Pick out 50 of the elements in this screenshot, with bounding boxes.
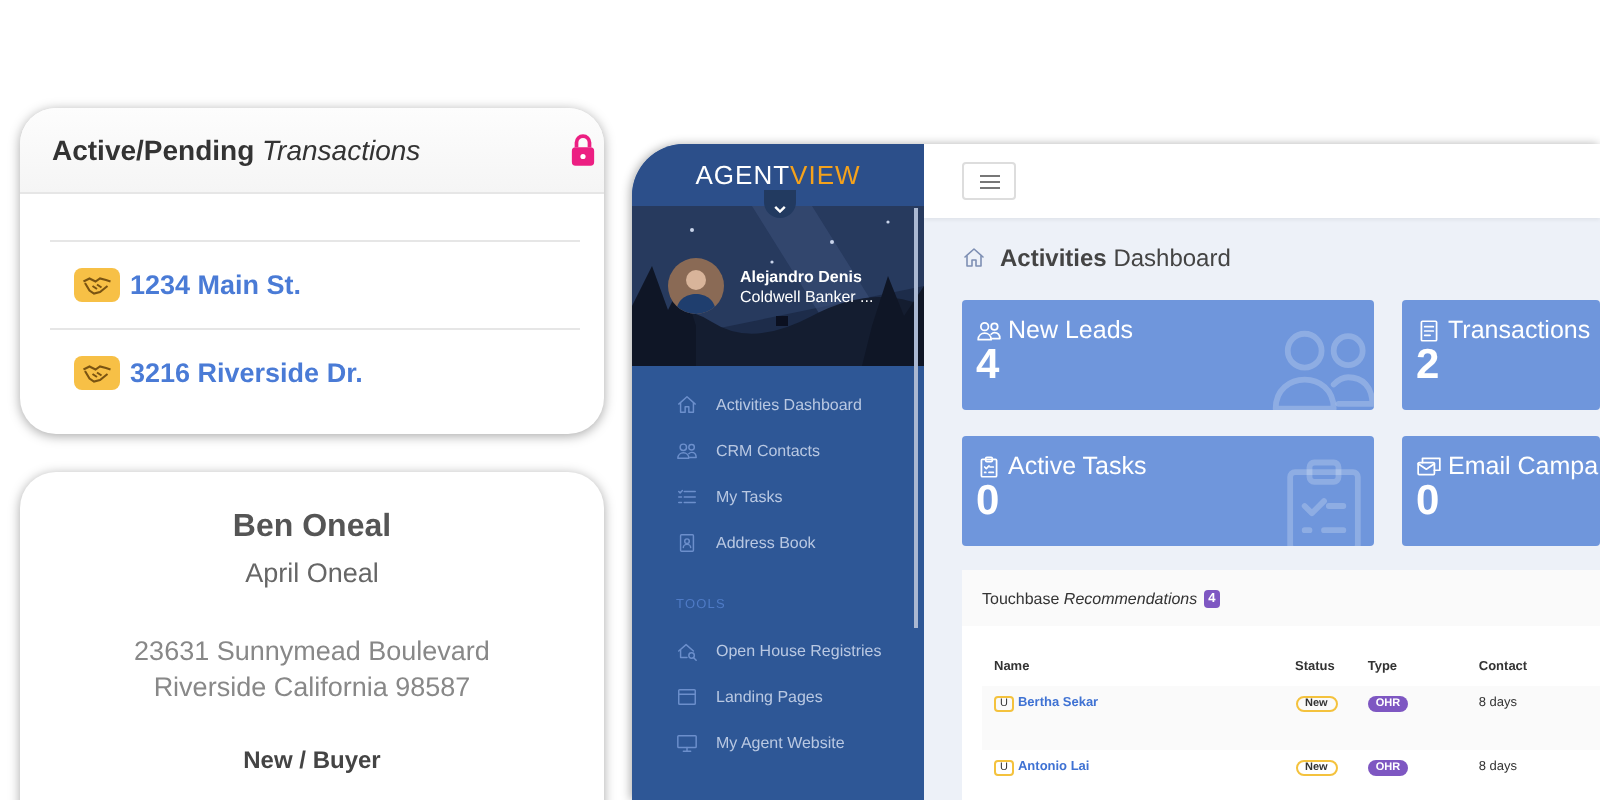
scrollbar[interactable]	[914, 208, 918, 628]
stat-label: Email Campa	[1448, 452, 1599, 480]
contact-name: Ben Oneal	[232, 510, 392, 548]
window-icon	[676, 686, 698, 708]
stat-value: 2	[1416, 344, 1442, 388]
stat-value: 4	[976, 344, 1002, 388]
nav-item[interactable]: Landing Pages	[632, 674, 924, 720]
stat-card[interactable]: Transactions 2	[1402, 300, 1600, 410]
chevron-down-icon[interactable]	[764, 190, 796, 218]
users-icon	[976, 317, 1002, 343]
logo: AGENTVIEW	[632, 144, 924, 206]
address-line: Riverside California 98587	[153, 672, 471, 702]
home-icon	[676, 394, 698, 416]
nav-item[interactable]: Open House Registries	[632, 628, 924, 674]
spouse-name: April Oneal	[245, 558, 379, 588]
users-icon	[676, 440, 698, 462]
stat-card[interactable]: New Leads 4	[962, 300, 1374, 410]
nav-item[interactable]: Activities Dashboard	[632, 382, 924, 428]
stat-card[interactable]: Active Tasks 0	[962, 436, 1374, 546]
document-icon	[1416, 317, 1442, 343]
contact-type: New / Buyer	[243, 746, 381, 774]
page-title: Activities Dashboard	[1000, 244, 1231, 272]
handshake-badge	[74, 268, 120, 302]
checklist-icon	[676, 486, 698, 508]
transaction-link[interactable]: 3216 Riverside Dr.	[130, 358, 363, 388]
profile-name: Alejandro Denis	[740, 267, 864, 285]
menu-button[interactable]	[962, 162, 1016, 200]
nav-item[interactable]: My Agent Website	[632, 720, 924, 766]
stat-label: Transactions	[1448, 316, 1591, 344]
card-title: Active/Pending Transactions	[52, 134, 421, 166]
stat-label: New Leads	[1008, 316, 1134, 344]
home-icon	[962, 246, 986, 270]
stat-label: Active Tasks	[1008, 452, 1147, 480]
nav-item[interactable]: My Tasks	[632, 474, 924, 520]
clipboard-icon	[976, 453, 1002, 479]
panel-title: Touchbase Recommendations	[982, 589, 1198, 607]
stat-value: 0	[976, 480, 1002, 524]
stat-card[interactable]: Email Campa 0	[1402, 436, 1600, 546]
profile-company: Coldwell Banker ...	[740, 287, 874, 305]
stat-value: 0	[1416, 480, 1442, 524]
menu-icon	[979, 173, 999, 189]
house-search-icon	[676, 640, 698, 662]
contact-book-icon	[676, 532, 698, 554]
nav-item[interactable]: CRM Contacts	[632, 428, 924, 474]
transaction-link[interactable]: 1234 Main St.	[130, 270, 302, 300]
nav-item[interactable]: Address Book	[632, 520, 924, 566]
handshake-badge	[74, 356, 120, 390]
envelope-icon	[1416, 453, 1442, 479]
address-line: 23631 Sunnymead Boulevard	[134, 636, 490, 666]
monitor-icon	[676, 732, 698, 754]
